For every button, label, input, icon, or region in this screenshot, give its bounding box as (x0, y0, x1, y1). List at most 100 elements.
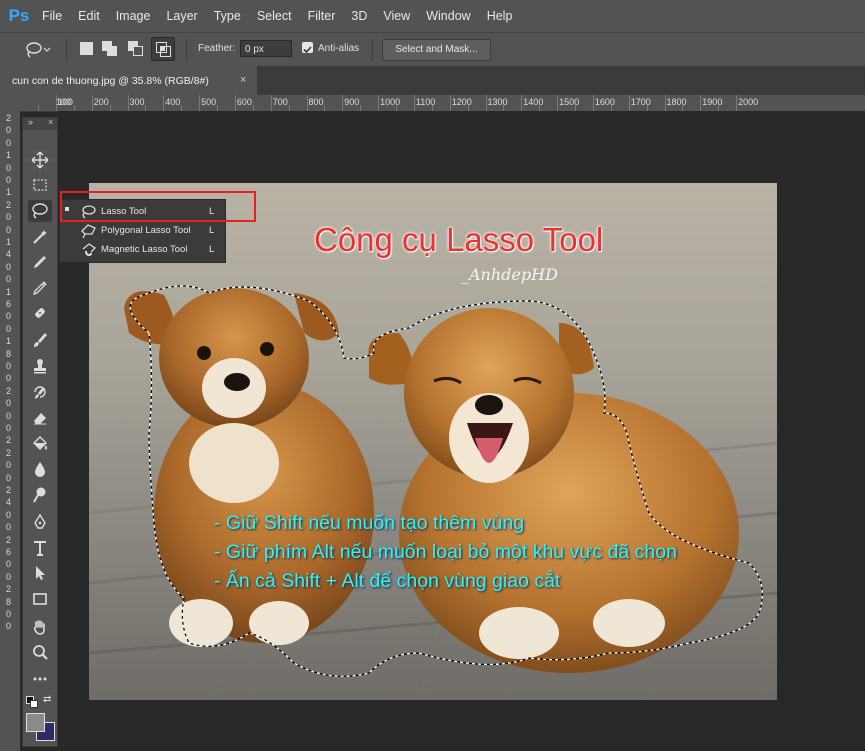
ruler-label: 2 (6, 113, 12, 123)
ruler-label: 1 (6, 187, 12, 198)
ruler-label: 1 (6, 150, 12, 161)
tool-ruler-tool[interactable] (28, 277, 52, 299)
select-and-mask-button[interactable]: Select and Mask... (382, 39, 491, 61)
ruler-label: 2 (6, 485, 12, 495)
tool-eraser[interactable] (28, 407, 52, 429)
menu-image[interactable]: Image (108, 0, 159, 32)
flyout-item-polygonal-lasso-tool[interactable]: Polygonal Lasso Tool L (60, 221, 225, 240)
ruler-label: 6 (6, 547, 12, 557)
tool-rectangle[interactable] (28, 588, 52, 610)
tool-history-brush[interactable] (28, 381, 52, 403)
ruler-tick (342, 95, 344, 111)
tool-marquee[interactable] (28, 174, 52, 196)
check-icon (303, 46, 312, 54)
ruler-label: 1 (6, 237, 12, 247)
document-tab[interactable]: cun con de thuong.jpg @ 35.8% (RGB/8#) × (0, 66, 257, 95)
ruler-label: 0 (6, 509, 12, 520)
ruler-label: 0 (6, 460, 12, 471)
tool-lasso[interactable] (28, 200, 52, 222)
tool-healing[interactable] (28, 302, 52, 324)
menu-window[interactable]: Window (418, 0, 478, 32)
ruler-tick (485, 95, 487, 111)
menu-edit[interactable]: Edit (70, 0, 108, 32)
flyout-item-magnetic-lasso-tool[interactable]: Magnetic Lasso Tool L (60, 240, 225, 259)
ruler-label: 2 (6, 447, 12, 458)
feather-input[interactable]: 0 px (240, 40, 292, 57)
close-tab-icon[interactable]: × (240, 74, 246, 86)
tool-stamp[interactable] (28, 355, 52, 377)
ruler-tick (270, 95, 272, 111)
menu-file[interactable]: File (34, 0, 70, 32)
ruler-label: 0 (6, 212, 12, 223)
intersect-selection-button[interactable] (151, 37, 175, 61)
close-panel-icon[interactable]: × (48, 117, 53, 127)
tool-dodge[interactable] (28, 484, 52, 506)
ruler-label: 2 (6, 584, 12, 595)
tool-zoom[interactable] (28, 641, 52, 663)
menu-help[interactable]: Help (479, 0, 521, 32)
collapse-icon[interactable]: » (28, 117, 33, 127)
default-colors-icon[interactable] (26, 696, 38, 708)
menu-type[interactable]: Type (206, 0, 249, 32)
ruler-corner (0, 95, 20, 111)
hand-icon (33, 620, 45, 635)
new-selection-button[interactable] (80, 42, 93, 55)
ruler-label: 0 (6, 472, 12, 483)
photo-tip-2: - Giữ phím Alt nếu muốn loại bỏ một khu … (214, 541, 677, 563)
tools-panel: » × ⇄ (22, 117, 58, 747)
ruler-label: 2 (6, 385, 12, 396)
photoshop-logo: Ps (8, 6, 30, 25)
ruler-label: 0 (6, 621, 12, 632)
blur-icon (35, 462, 45, 477)
tool-magic-wand[interactable] (28, 226, 52, 248)
type-icon (34, 541, 46, 556)
ruler-label: 1200 (451, 97, 472, 107)
options-bar: Feather: 0 px Anti-alias Select and Mask… (0, 32, 865, 67)
tool-move[interactable] (28, 149, 52, 171)
tools-panel-header[interactable]: » × (23, 117, 57, 130)
tool-path-selection[interactable] (28, 562, 52, 584)
zoom-icon (33, 645, 48, 660)
subtract-from-selection-button[interactable] (128, 41, 146, 57)
tool-eyedropper[interactable] (28, 251, 52, 273)
ruler-label: 1000 (380, 97, 401, 107)
polygonal-lasso-icon (81, 224, 96, 239)
foreground-color-swatch[interactable] (26, 713, 45, 732)
tool-pen[interactable] (28, 511, 52, 533)
photo-tip-1: - Giữ Shift nếu muốn tạo thêm vùng (214, 512, 525, 534)
path-selection-icon (36, 566, 45, 580)
brush-icon (34, 333, 47, 347)
menu-filter[interactable]: Filter (300, 0, 344, 32)
tool-paint-bucket[interactable] (28, 433, 52, 455)
swap-colors-icon[interactable]: ⇄ (43, 694, 51, 705)
ruler-label: 0 (6, 311, 12, 322)
ruler-label: 200 (93, 97, 109, 107)
eraser-icon (34, 413, 46, 425)
ruler-label: 1300 (487, 97, 508, 107)
ruler-label: 100 (56, 97, 72, 107)
add-to-selection-button[interactable] (102, 41, 120, 57)
horizontal-ruler[interactable]: 100 200 300 400 500 600 700 800 900 1000 1100 1200 1… (20, 95, 865, 112)
menu-3d[interactable]: 3D (343, 0, 375, 32)
tool-preset-picker[interactable] (24, 40, 52, 60)
antialias-checkbox[interactable] (302, 42, 313, 54)
menu-view[interactable]: View (375, 0, 418, 32)
tool-more[interactable] (28, 668, 52, 690)
menu-layer[interactable]: Layer (158, 0, 205, 32)
ruler-label: 8 (6, 596, 12, 607)
move-icon (31, 151, 49, 169)
ruler-label: 1600 (594, 97, 615, 107)
ruler-label: 0 (6, 224, 12, 235)
ruler-label: 2 (6, 199, 12, 210)
stamp-icon (34, 359, 46, 374)
vertical-ruler[interactable]: 2001001200140016001800200022002400260028… (0, 111, 20, 751)
tool-brush[interactable] (28, 329, 52, 351)
tool-blur[interactable] (28, 458, 52, 480)
ruler-label: 0 (6, 559, 12, 570)
ruler-label: 0 (6, 125, 12, 136)
eyedropper-icon (34, 256, 46, 268)
ruler-tool-icon (32, 281, 47, 296)
tool-type[interactable] (28, 537, 52, 559)
menu-select[interactable]: Select (249, 0, 300, 32)
tool-hand[interactable] (28, 616, 52, 638)
